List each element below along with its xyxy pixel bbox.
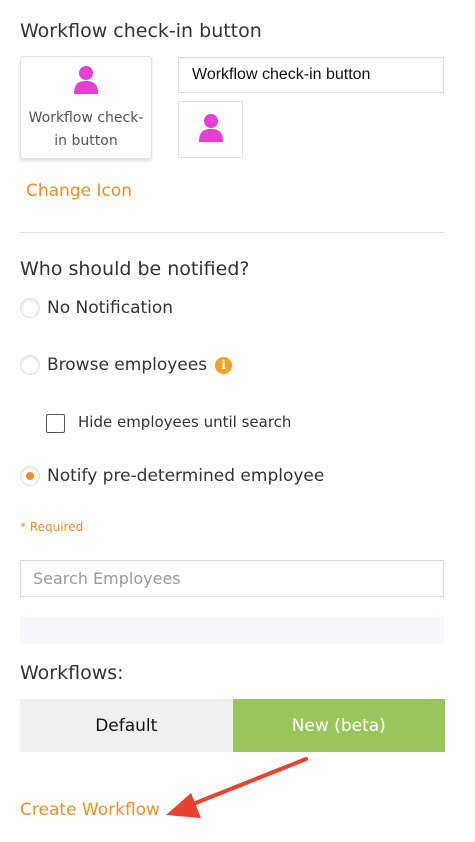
button-name-input[interactable] bbox=[178, 57, 444, 93]
search-employees-input[interactable] bbox=[20, 560, 444, 597]
radio-label: Browse employees bbox=[47, 355, 208, 375]
radio-notify-predetermined[interactable]: Notify pre-determined employee bbox=[20, 466, 324, 486]
notification-heading: Who should be notified? bbox=[20, 258, 250, 280]
page-title: Workflow check-in button bbox=[20, 20, 262, 42]
icon-picker-box[interactable] bbox=[178, 101, 243, 158]
info-icon[interactable]: i bbox=[215, 356, 233, 374]
button-preview-label: Workflow check-in button bbox=[28, 110, 144, 149]
required-note: * Required bbox=[20, 520, 84, 534]
radio-label: No Notification bbox=[47, 298, 174, 318]
section-divider bbox=[20, 232, 444, 233]
search-results-area bbox=[20, 617, 444, 644]
radio-dot bbox=[26, 472, 34, 480]
person-icon bbox=[73, 65, 99, 99]
person-icon bbox=[198, 113, 224, 147]
tab-new-beta[interactable]: New (beta) bbox=[232, 699, 445, 752]
workflows-heading: Workflows: bbox=[20, 662, 124, 684]
radio-label: Notify pre-determined employee bbox=[47, 466, 325, 486]
hide-employees-checkbox[interactable] bbox=[46, 414, 65, 433]
create-workflow-link[interactable]: Create Workflow bbox=[20, 800, 160, 820]
hide-employees-option[interactable]: Hide employees until search bbox=[46, 410, 291, 433]
tab-default[interactable]: Default bbox=[20, 699, 233, 752]
button-preview-card[interactable]: Workflow check-in button bbox=[20, 56, 152, 159]
workflow-toggle: Default New (beta) bbox=[20, 699, 445, 752]
radio-no-notification[interactable]: No Notification bbox=[20, 298, 173, 318]
radio-button[interactable] bbox=[20, 298, 40, 318]
radio-button-selected[interactable] bbox=[20, 466, 40, 486]
radio-browse-employees[interactable]: Browse employees i bbox=[20, 355, 233, 375]
radio-button[interactable] bbox=[20, 355, 40, 375]
change-icon-link[interactable]: Change Icon bbox=[26, 181, 132, 201]
hide-employees-label: Hide employees until search bbox=[78, 412, 292, 431]
